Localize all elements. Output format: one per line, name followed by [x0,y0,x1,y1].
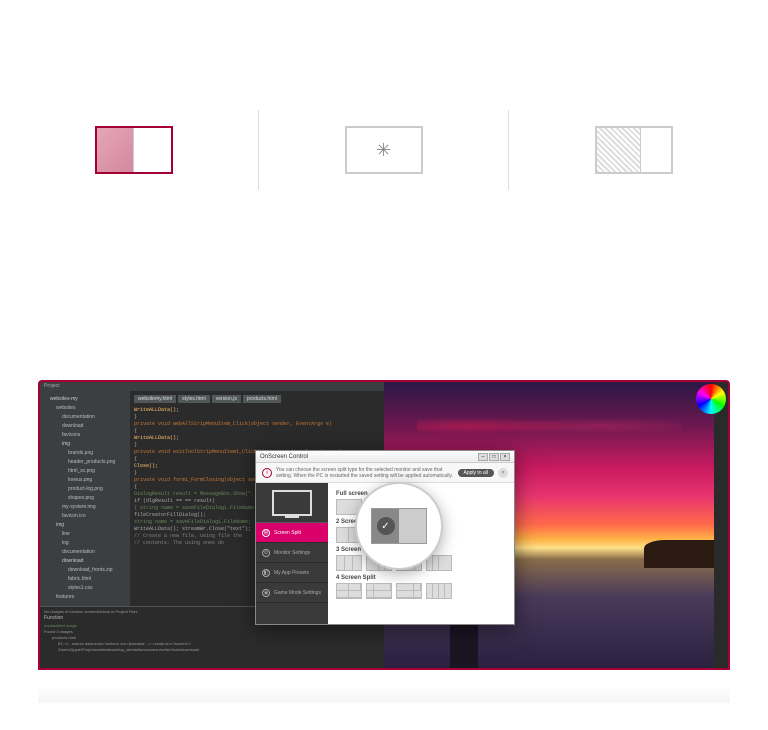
reflection [38,688,730,703]
tree-item[interactable]: product-log.png [44,485,126,494]
layout-4-var2[interactable] [396,583,422,599]
tree-item[interactable]: websites [44,404,126,413]
selected-layout-preview: ✓ [371,508,427,544]
tree-item[interactable]: documentation [44,548,126,557]
tree-item[interactable]: download [44,422,126,431]
split-7030-icon [595,126,673,174]
tree-item[interactable]: download [44,557,126,566]
editor-tab[interactable]: websitemy.html [134,395,176,403]
editor-tab[interactable]: products.html [243,395,281,403]
tree-item[interactable]: download_fronts.zip [44,566,126,575]
minimize-button[interactable]: – [478,453,488,461]
editor-tab[interactable]: styles.html [178,395,210,403]
monitor-icon [256,483,328,523]
tree-item[interactable]: features [44,593,126,602]
menu-screen-split[interactable]: ⊞ Screen Split [256,523,328,543]
tree-item[interactable]: my-system.img [44,503,126,512]
tree-item[interactable]: shapes.png [44,494,126,503]
split-icon: ⊞ [262,529,270,537]
spinner-icon: ✳ [376,140,391,161]
layout-3-var3[interactable] [426,555,452,571]
dialog-titlebar[interactable]: OnScreen Control – □ × [256,451,514,463]
usage-line[interactable]: /Users/Apple/Projects/websites/setup_dev… [44,647,380,653]
tree-item[interactable]: header_products.png [44,458,126,467]
menu-game-mode[interactable]: ◉ Game Mode Settings [256,583,328,603]
ide-titlebar: Project [40,382,384,391]
tab-split-7030[interactable] [509,110,759,190]
dialog-sidebar: ⊞ Screen Split ⚙ Monitor Settings ◧ My A… [256,483,328,624]
apply-all-button[interactable]: Apply to all [458,469,494,477]
color-wheel-icon[interactable] [696,384,726,414]
info-banner: i You can choose the screen split type f… [256,463,514,483]
tree-item[interactable]: log [44,539,126,548]
split-half-icon [95,126,173,174]
tree-item[interactable]: html_sc.png [44,467,126,476]
layout-3-equal[interactable] [336,555,362,571]
tree-item[interactable]: fabric.html [44,575,126,584]
check-icon: ✓ [377,517,395,535]
editor-tabs: websitemy.html styles.html version.js pr… [134,395,380,403]
magnifier-lens: ✓ [355,482,443,570]
gear-icon: ⚙ [262,549,270,557]
tree-item[interactable]: img [44,440,126,449]
tree-item[interactable]: line [44,530,126,539]
layout-4-strip[interactable] [426,583,452,599]
project-tree[interactable]: websites-my websites documentation downl… [40,391,130,606]
tree-root[interactable]: websites-my [44,395,126,404]
menu-app-presets[interactable]: ◧ My App Presets [256,563,328,583]
photo-right-panels[interactable] [714,382,728,668]
dialog-title: OnScreen Control [260,454,308,460]
tab-split-half[interactable] [9,110,259,190]
tree-item[interactable]: img [44,521,126,530]
banner-close-button[interactable]: × [498,468,508,478]
tree-item[interactable]: loveus.png [44,476,126,485]
close-button[interactable]: × [500,453,510,461]
layout-4-quad[interactable] [336,583,362,599]
loading-icon: ✳ [345,126,423,174]
section-four: 4 Screen Split [336,575,506,581]
maximize-button[interactable]: □ [489,453,499,461]
banner-text: You can choose the screen split type for… [276,467,454,479]
tree-item[interactable]: brands.png [44,449,126,458]
preset-icon: ◧ [262,569,270,577]
mode-tabs: ✳ [0,110,768,190]
tab-loading[interactable]: ✳ [259,110,509,190]
menu-monitor-settings[interactable]: ⚙ Monitor Settings [256,543,328,563]
tree-item[interactable]: styles1.css [44,584,126,593]
tree-item[interactable]: favicons [44,431,126,440]
info-icon: i [262,468,272,478]
editor-tab[interactable]: version.js [212,395,241,403]
project-label: Project [44,383,60,389]
tree-item[interactable]: documentation [44,413,126,422]
layout-4-var1[interactable] [366,583,392,599]
game-icon: ◉ [262,589,270,597]
tree-item[interactable]: favicon.ico [44,512,126,521]
